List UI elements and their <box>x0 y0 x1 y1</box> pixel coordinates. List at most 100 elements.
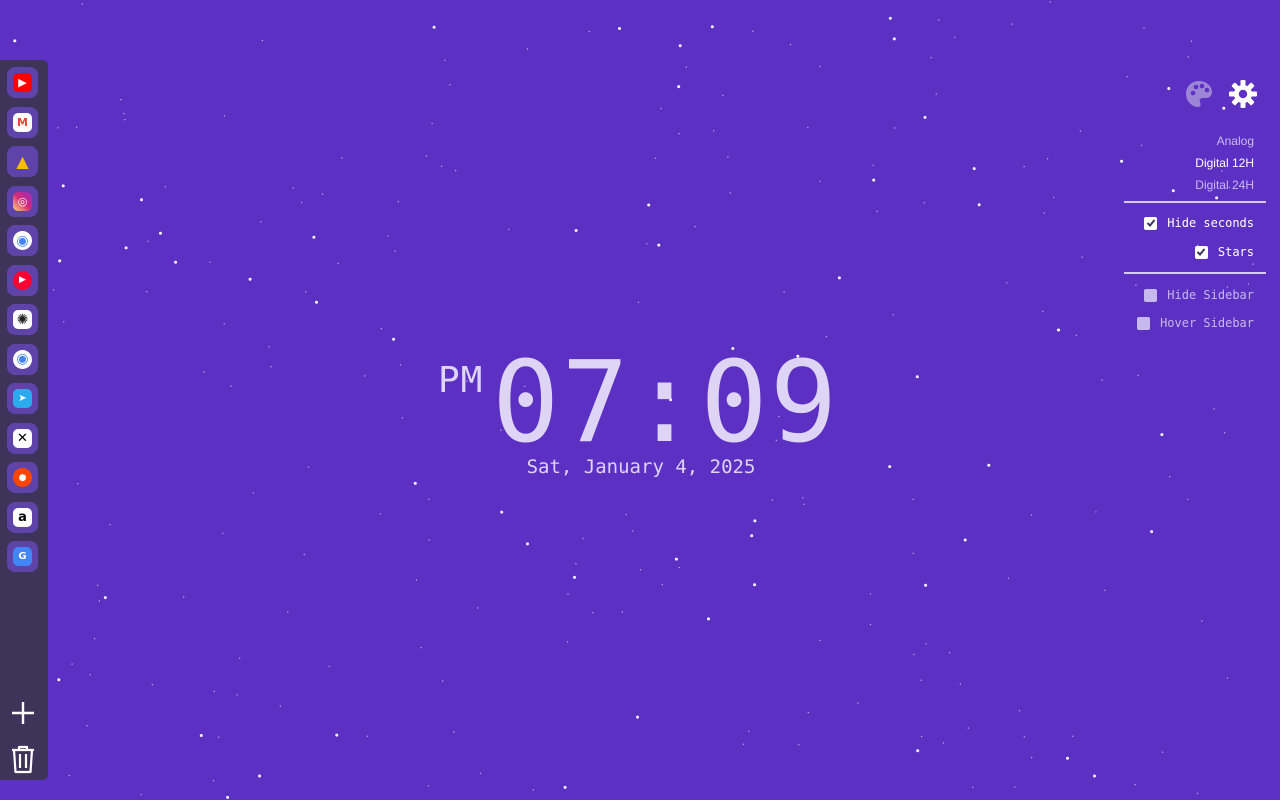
star <box>230 385 232 387</box>
sidebar-item-chatgpt[interactable]: ✺ <box>7 304 38 335</box>
option-hide-sidebar[interactable]: Hide Sidebar <box>1144 288 1254 302</box>
hide-sidebar-checkbox[interactable] <box>1144 288 1158 302</box>
trash-icon[interactable] <box>9 744 37 774</box>
star <box>1150 530 1154 534</box>
sidebar-item-google-translate[interactable]: G <box>7 541 38 572</box>
star <box>888 465 892 469</box>
star <box>912 552 914 554</box>
star <box>223 323 225 325</box>
star <box>222 532 224 534</box>
stars-label: Stars <box>1217 245 1254 259</box>
star <box>1101 379 1103 381</box>
sidebar-item-reddit[interactable]: ● <box>7 462 38 493</box>
google-translate-icon: G <box>13 547 32 566</box>
star <box>563 785 567 789</box>
hide-sidebar-label: Hide Sidebar <box>1167 288 1254 302</box>
star <box>825 336 828 338</box>
star <box>213 690 215 693</box>
star <box>57 678 61 682</box>
settings-toolbar <box>1184 79 1258 109</box>
star <box>258 774 261 778</box>
star <box>315 300 318 304</box>
star <box>923 202 926 204</box>
star <box>872 178 876 182</box>
plus-icon[interactable] <box>10 700 36 726</box>
star <box>75 126 78 128</box>
mode-digital-24h[interactable]: Digital 24H <box>1195 178 1254 192</box>
star <box>618 27 621 30</box>
star <box>798 744 800 746</box>
option-stars[interactable]: Stars <box>1194 245 1254 259</box>
chatgpt-icon: ✺ <box>13 310 32 329</box>
star <box>89 674 91 676</box>
star <box>796 354 800 358</box>
star <box>1072 735 1074 737</box>
sidebar-item-google-drive[interactable]: ▲ <box>7 146 38 177</box>
star <box>63 321 65 323</box>
star <box>261 39 264 42</box>
sidebar-item-instagram[interactable]: ◎ <box>7 185 38 217</box>
star <box>678 44 682 48</box>
star <box>337 262 339 265</box>
mode-analog[interactable]: Analog <box>1217 134 1254 148</box>
option-hide-seconds[interactable]: Hide seconds <box>1144 216 1254 230</box>
star <box>913 653 915 656</box>
star <box>783 291 785 293</box>
star <box>397 200 399 203</box>
palette-icon[interactable] <box>1184 79 1214 109</box>
sidebar-item-youtube-music[interactable]: ▶ <box>7 264 38 296</box>
star <box>212 780 215 782</box>
gear-icon[interactable] <box>1228 79 1258 109</box>
star <box>930 56 932 59</box>
option-hover-sidebar[interactable]: Hover Sidebar <box>1137 316 1254 330</box>
star <box>109 523 111 526</box>
starfield <box>8 1 1254 799</box>
star <box>413 481 417 485</box>
star <box>694 225 696 228</box>
star <box>637 301 640 304</box>
star <box>476 607 479 609</box>
sidebar-item-chrome-2[interactable]: ◉ <box>7 343 38 375</box>
stars-checkbox[interactable] <box>1194 245 1208 259</box>
star <box>1221 170 1223 172</box>
star <box>239 657 241 659</box>
reddit-icon: ● <box>13 468 32 487</box>
star <box>954 36 956 38</box>
sidebar-item-gmail[interactable]: M <box>7 106 38 138</box>
sidebar-item-chrome[interactable]: ◉ <box>7 225 38 256</box>
star <box>807 711 809 714</box>
star <box>71 663 73 665</box>
star <box>588 30 590 33</box>
sidebar-item-telegram[interactable]: ➤ <box>7 383 38 414</box>
instagram-icon: ◎ <box>13 191 32 211</box>
star <box>623 469 625 472</box>
star <box>77 483 79 485</box>
sidebar-item-amazon[interactable]: a <box>7 501 38 533</box>
star <box>1215 196 1219 200</box>
star <box>449 84 451 86</box>
star <box>1011 23 1013 25</box>
star <box>1137 374 1139 377</box>
star <box>819 180 821 182</box>
star <box>923 115 927 119</box>
star <box>86 725 88 727</box>
star <box>1190 40 1193 42</box>
star <box>707 617 710 621</box>
mode-digital-12h[interactable]: Digital 12H <box>1195 156 1254 170</box>
star <box>685 66 687 68</box>
star <box>124 119 126 121</box>
hide-seconds-checkbox[interactable] <box>1144 216 1158 230</box>
star <box>236 694 238 696</box>
sidebar-item-youtube[interactable]: ▶ <box>7 67 38 98</box>
star <box>453 731 455 733</box>
star <box>915 375 919 379</box>
star <box>938 19 940 21</box>
hover-sidebar-checkbox[interactable] <box>1137 316 1151 330</box>
telegram-icon: ➤ <box>13 389 32 408</box>
star <box>678 566 680 569</box>
sidebar-item-x[interactable]: ✕ <box>7 422 38 454</box>
star <box>140 793 142 796</box>
star <box>1169 476 1171 478</box>
star <box>394 250 396 252</box>
star <box>532 789 534 791</box>
